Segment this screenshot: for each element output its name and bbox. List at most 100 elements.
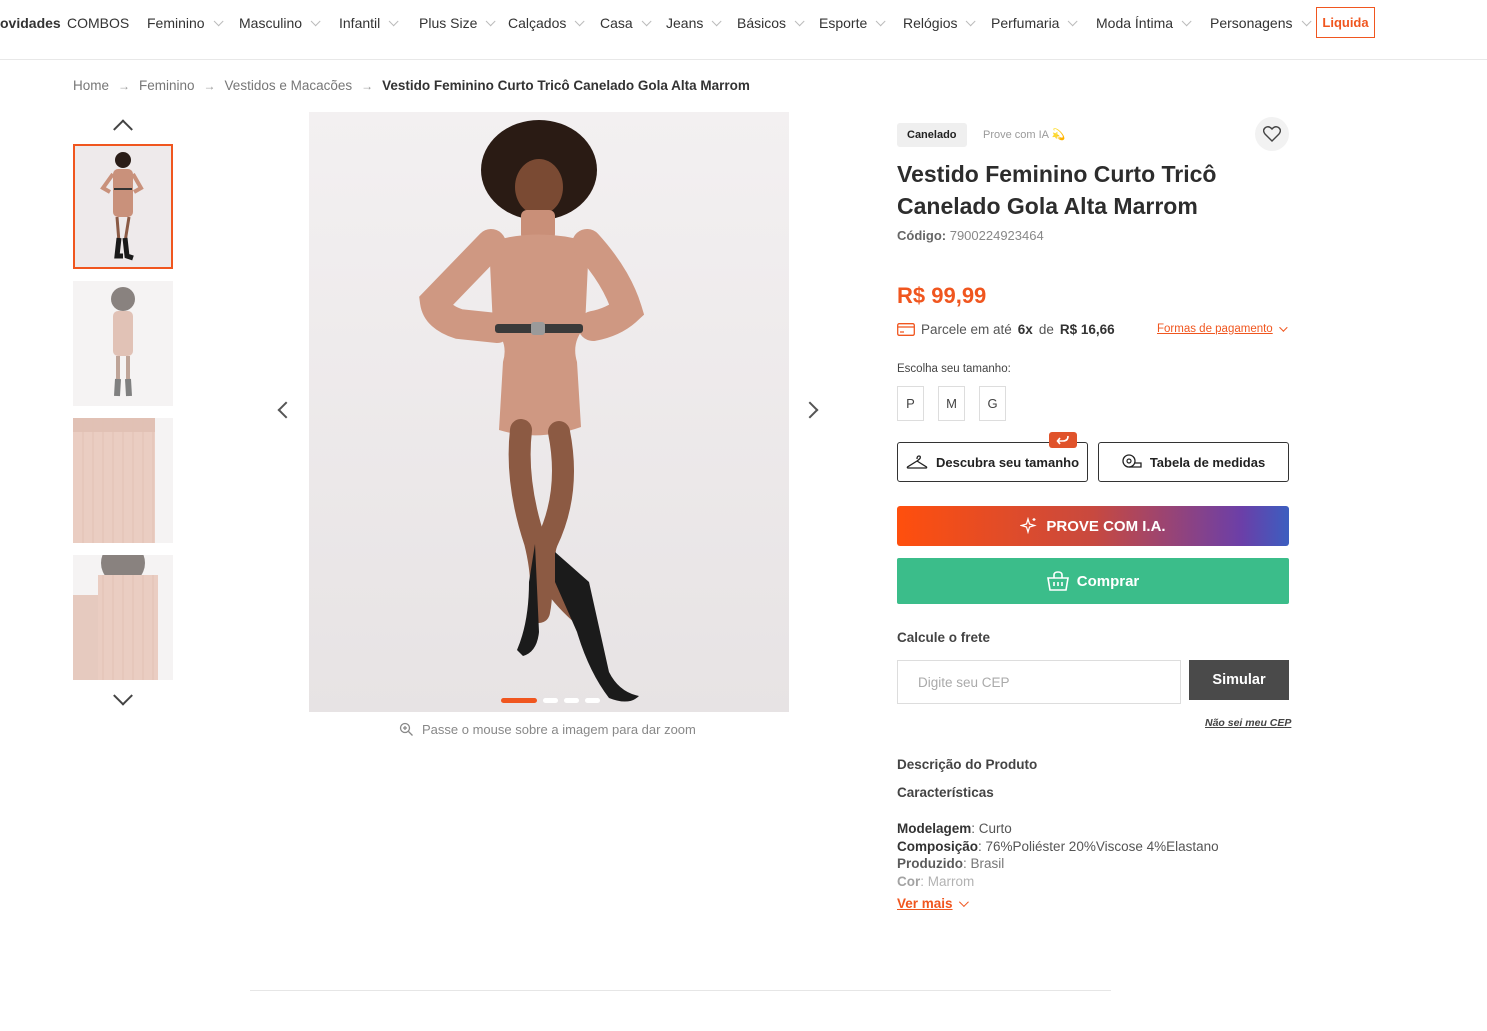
- chevron-left-icon: [277, 401, 295, 419]
- nav-item-plus-size[interactable]: Plus Size: [419, 14, 496, 32]
- spec-row: Cor: Marrom: [897, 873, 1219, 891]
- cep-help-link[interactable]: Não sei meu CEP: [1205, 717, 1291, 729]
- product-code-label: Código:: [897, 228, 947, 243]
- size-option-g[interactable]: G: [979, 386, 1006, 421]
- nav-item-label: Moda Íntima: [1096, 15, 1174, 31]
- measuring-tape-icon: [1122, 454, 1142, 468]
- nav-item-personagens[interactable]: Personagens: [1210, 14, 1312, 32]
- nav-item-casa[interactable]: Casa: [600, 14, 652, 32]
- nav-item-relogios[interactable]: Relógios: [903, 14, 977, 32]
- product-title: Vestido Feminino Curto Tricô Canelado Go…: [897, 161, 1217, 219]
- pagination-dot[interactable]: [543, 698, 558, 703]
- nav-item-perfumaria[interactable]: Perfumaria: [991, 14, 1079, 32]
- installment-value: R$ 16,66: [1059, 322, 1115, 337]
- image-next-button[interactable]: [801, 401, 824, 424]
- try-ia-link[interactable]: Prove com IA 💫: [983, 128, 1065, 141]
- return-arrow-icon: [1049, 432, 1077, 448]
- nav-item-jeans[interactable]: Jeans: [666, 14, 722, 32]
- chevron-down-icon: [875, 15, 886, 26]
- chevron-down-icon: [213, 15, 224, 26]
- nav-item-esporte[interactable]: Esporte: [819, 14, 886, 32]
- chevron-down-icon: [958, 897, 969, 908]
- payment-methods-label: Formas de pagamento: [1157, 323, 1273, 335]
- spec-value: : 76%Poliéster 20%Viscose 4%Elastano: [978, 838, 1219, 854]
- thumbnail-scroll-up-button[interactable]: [110, 115, 136, 140]
- try-with-ia-label: PROVE COM I.A.: [1046, 517, 1166, 535]
- nav-item-label: Feminino: [147, 15, 205, 31]
- size-label: Escolha seu tamanho:: [897, 363, 1011, 375]
- try-with-ia-button[interactable]: PROVE COM I.A.: [897, 506, 1289, 546]
- pagination-dot[interactable]: [585, 698, 600, 703]
- chevron-down-icon: [486, 15, 496, 26]
- breadcrumb-vestidos[interactable]: Vestidos e Macacões: [225, 78, 353, 93]
- hanger-icon: [906, 455, 928, 469]
- arrow-right-icon: →: [361, 78, 374, 93]
- size-table-button[interactable]: Tabela de medidas: [1098, 442, 1289, 482]
- spec-row: Modelagem: Curto: [897, 820, 1219, 838]
- spec-value: : Brasil: [963, 856, 1005, 871]
- arrow-right-icon: →: [203, 78, 216, 93]
- discover-size-label: Descubra seu tamanho: [935, 454, 1080, 470]
- spec-key: Composição: [897, 838, 979, 854]
- nav-item-label: COMBOS: [67, 15, 130, 31]
- see-more-link[interactable]: Ver mais: [897, 896, 969, 911]
- installment-mid: de: [1038, 322, 1054, 337]
- credit-card-icon: [897, 323, 915, 336]
- nav-item-label: Básicos: [737, 15, 787, 31]
- chevron-down-icon: [575, 15, 585, 26]
- nav-item-feminino[interactable]: Feminino: [147, 14, 224, 32]
- chevron-down-icon: [794, 15, 805, 26]
- pagination-dot[interactable]: [501, 698, 537, 703]
- buy-button[interactable]: Comprar: [897, 558, 1289, 604]
- chevron-down-icon: [1278, 323, 1288, 332]
- characteristics-title: Características: [897, 785, 994, 800]
- shopping-basket-icon: [1046, 571, 1069, 591]
- breadcrumb-feminino[interactable]: Feminino: [139, 78, 195, 93]
- nav-item-label: Relógios: [903, 15, 958, 31]
- image-pagination-dots: [501, 698, 600, 703]
- chevron-down-icon: [310, 15, 321, 26]
- nav-item-label: Jeans: [666, 15, 704, 31]
- nav-item-basicos[interactable]: Básicos: [737, 14, 805, 32]
- chevron-down-icon: [1181, 15, 1192, 26]
- favorite-button[interactable]: [1255, 117, 1289, 151]
- heart-icon: [1263, 126, 1281, 142]
- thumbnail-image: [73, 281, 173, 406]
- buy-label: Comprar: [1076, 572, 1140, 590]
- nav-item-liquida[interactable]: Liquida: [1316, 7, 1375, 38]
- thumbnail-skirt-detail[interactable]: [73, 418, 173, 543]
- thumbnail-scroll-down-button[interactable]: [110, 685, 136, 710]
- nav-item-masculino[interactable]: Masculino: [239, 14, 321, 32]
- nav-item-label: Infantil: [339, 15, 381, 31]
- cep-input[interactable]: [897, 660, 1181, 704]
- discover-size-button[interactable]: Descubra seu tamanho: [897, 442, 1088, 482]
- nav-item-calcados[interactable]: Calçados: [508, 14, 585, 32]
- zoom-hint-text: Passe o mouse sobre a imagem para dar zo…: [422, 722, 696, 737]
- installment-count: 6x: [1017, 322, 1033, 337]
- product-badge: Canelado: [897, 123, 967, 147]
- simulate-shipping-button[interactable]: Simular: [1189, 660, 1289, 700]
- installments-info: Parcele em até 6x de R$ 16,66: [897, 322, 1115, 337]
- nav-item-moda-intima[interactable]: Moda Íntima: [1096, 14, 1192, 32]
- thumbnail-sleeve-detail[interactable]: [73, 555, 173, 680]
- image-prev-button[interactable]: [275, 401, 295, 424]
- payment-methods-link[interactable]: Formas de pagamento: [1157, 323, 1288, 335]
- size-option-p[interactable]: P: [897, 386, 924, 421]
- nav-item-combos[interactable]: COMBOS: [67, 14, 129, 32]
- product-main-image[interactable]: [309, 112, 789, 712]
- size-option-m[interactable]: M: [938, 386, 965, 421]
- chevron-down-icon: [712, 15, 722, 26]
- breadcrumb-home[interactable]: Home: [73, 78, 109, 93]
- product-price: R$ 99,99: [897, 283, 987, 308]
- installment-prefix: Parcele em até: [921, 322, 1012, 337]
- thumbnail-front[interactable]: [73, 144, 173, 269]
- nav-item-infantil[interactable]: Infantil: [339, 14, 399, 32]
- nav-item-novidades[interactable]: ovidades: [0, 14, 61, 32]
- chevron-down-icon: [113, 685, 133, 706]
- thumbnail-back[interactable]: [73, 281, 173, 406]
- chevron-down-icon: [966, 15, 977, 26]
- thumbnail-image: [73, 555, 173, 680]
- spec-row: Composição: 76%Poliéster 20%Viscose 4%El…: [897, 838, 1219, 856]
- pagination-dot[interactable]: [564, 698, 579, 703]
- spec-key: Produzido: [897, 856, 963, 871]
